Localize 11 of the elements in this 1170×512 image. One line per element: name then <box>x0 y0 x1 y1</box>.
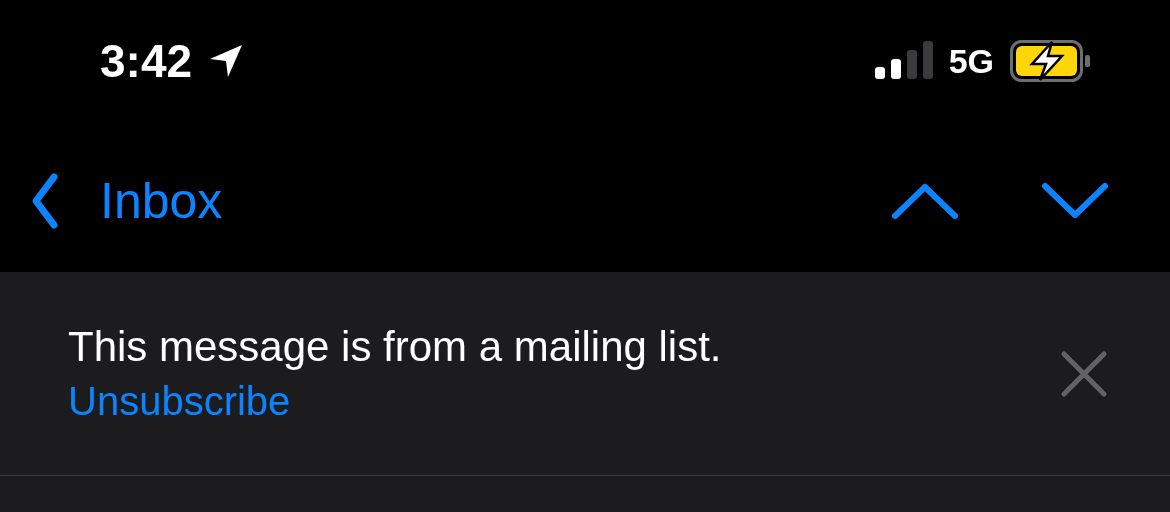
status-time: 3:42 <box>100 34 193 88</box>
network-label: 5G <box>948 41 994 81</box>
unsubscribe-link[interactable]: Unsubscribe <box>68 379 722 424</box>
banner-message: This message is from a mailing list. <box>68 323 722 371</box>
chevron-up-icon[interactable] <box>890 181 960 221</box>
back-chevron-icon[interactable] <box>30 171 60 231</box>
charging-battery-icon <box>1010 40 1092 82</box>
back-button[interactable]: Inbox <box>30 171 223 231</box>
close-icon[interactable] <box>1060 349 1108 398</box>
chevron-down-icon[interactable] <box>1040 181 1110 221</box>
signal-icon <box>874 41 933 81</box>
